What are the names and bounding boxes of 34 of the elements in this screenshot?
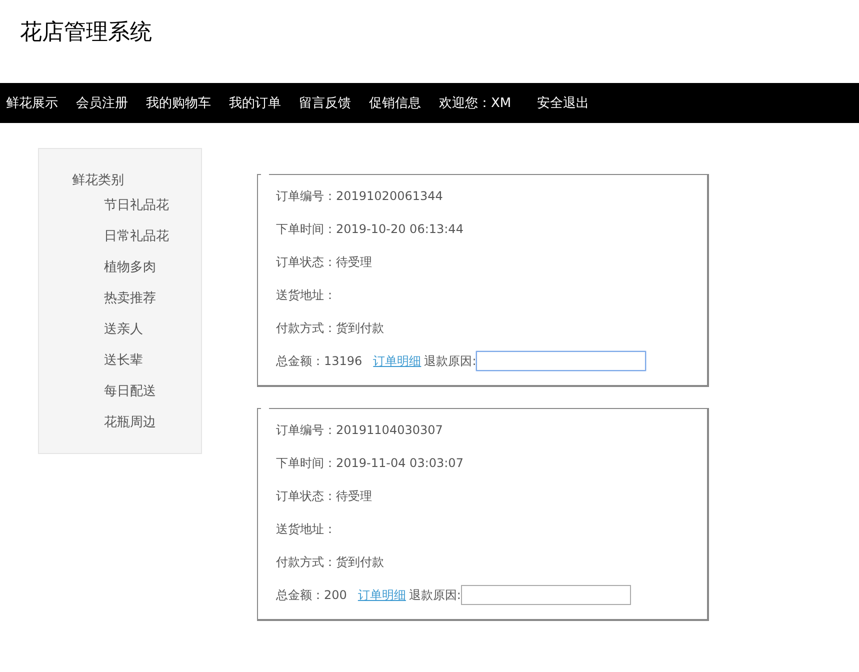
- nav-link[interactable]: 我的订单: [229, 94, 281, 112]
- nav-link[interactable]: 留言反馈: [299, 94, 351, 112]
- category-link[interactable]: 节日礼品花: [104, 198, 201, 214]
- nav-link[interactable]: 鲜花展示: [6, 94, 58, 112]
- nav-link[interactable]: 我的购物车: [146, 94, 211, 112]
- order-field: 订单编号：20191020061344: [276, 188, 707, 204]
- category-link[interactable]: 送亲人: [104, 322, 201, 338]
- order-field: 下单时间：2019-11-04 03:03:07: [276, 455, 707, 471]
- refund-input-field[interactable]: [460, 585, 631, 605]
- order-total: 总金额：13196: [276, 353, 362, 369]
- nav-link[interactable]: 安全退出: [537, 94, 590, 112]
- category-heading: 鲜花类别: [72, 173, 125, 189]
- category-link[interactable]: 热卖推荐: [104, 291, 201, 307]
- category-link[interactable]: 植物多肉: [104, 260, 201, 276]
- category-link[interactable]: 每日配送: [104, 384, 201, 400]
- order-field: 送货地址：: [276, 287, 707, 303]
- category-link[interactable]: 日常礼品花: [104, 229, 201, 245]
- order-field: 下单时间：2019-10-20 06:13:44: [276, 221, 707, 237]
- order-field: 订单编号：20191104030307: [276, 422, 707, 438]
- refund-label: 退款原因:: [424, 353, 476, 369]
- site-title: 花店管理系统: [20, 19, 152, 47]
- order-field: 订单状态：待受理: [276, 488, 707, 504]
- refund-label: 退款原因:: [408, 587, 461, 603]
- order-total: 总金额：200: [276, 587, 347, 603]
- order-field: 送货地址：: [276, 521, 707, 537]
- order-field: 付款方式：货到付款: [276, 554, 707, 570]
- nav-link[interactable]: 会员注册: [76, 94, 128, 112]
- category-link[interactable]: 花瓶周边: [104, 415, 201, 431]
- category-link[interactable]: 送长辈: [104, 353, 201, 369]
- order-field: 付款方式：货到付款: [276, 320, 707, 336]
- refund-input-field[interactable]: [476, 351, 646, 371]
- nav-link[interactable]: 欢迎您：XM: [439, 94, 512, 112]
- nav-link[interactable]: 促销信息: [369, 94, 421, 112]
- order-field: 订单状态：待受理: [276, 254, 707, 270]
